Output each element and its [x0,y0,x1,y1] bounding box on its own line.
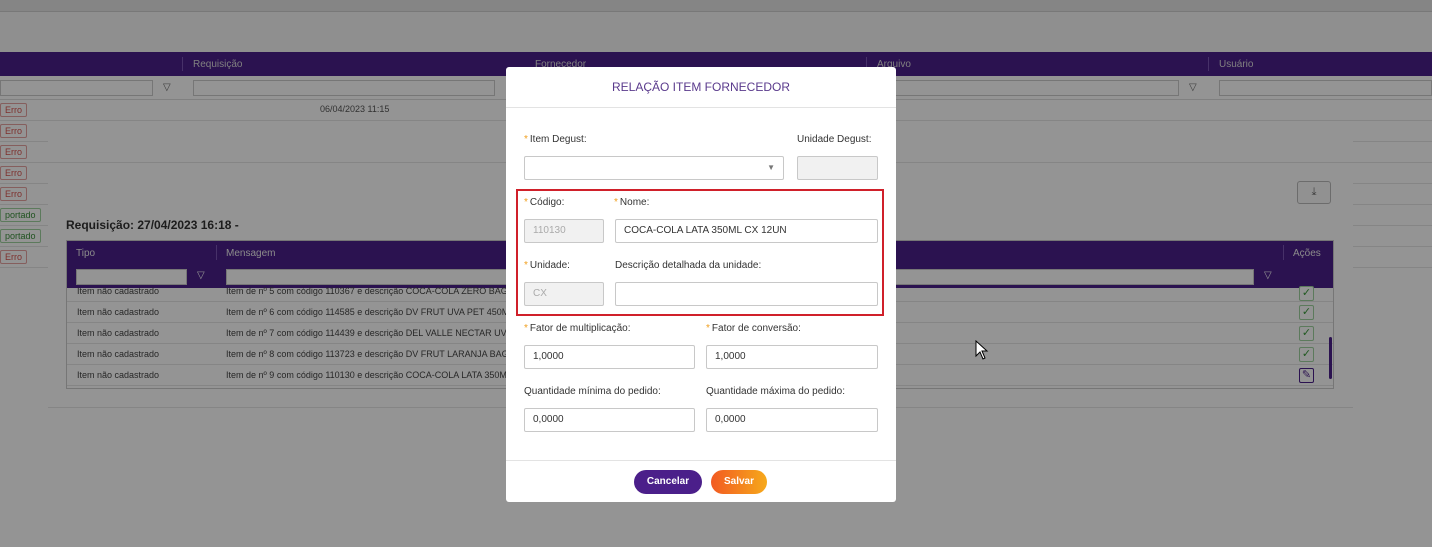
descricao-unidade-input[interactable] [615,282,878,306]
fator-multiplicacao-label: * Fator de multiplicação: [524,323,631,334]
descricao-unidade-label: Descrição detalhada da unidade: [615,260,762,271]
item-degust-select[interactable]: ▼ [524,156,784,180]
nome-label: * Nome: [614,197,650,208]
qtd-maxima-label: Quantidade máxima do pedido: [706,386,845,397]
codigo-label: * Código: [524,197,565,208]
mouse-cursor-icon [975,340,989,360]
cancel-button[interactable]: Cancelar [634,470,702,494]
nome-input[interactable]: COCA-COLA LATA 350ML CX 12UN [615,219,878,243]
divider [506,460,896,461]
qtd-minima-input[interactable]: 0,0000 [524,408,695,432]
qtd-minima-label: Quantidade mínima do pedido: [524,386,661,397]
item-degust-label: * Item Degust: [524,134,587,145]
item-fornecedor-modal: RELAÇÃO ITEM FORNECEDOR * Item Degust: ▼ … [506,67,896,502]
divider [506,107,896,108]
unidade-label: * Unidade: [524,260,570,271]
unidade-degust-field [797,156,878,180]
qtd-maxima-input[interactable]: 0,0000 [706,408,878,432]
codigo-field: 110130 [524,219,604,243]
chevron-down-icon: ▼ [767,163,775,172]
fator-conversao-input[interactable]: 1,0000 [706,345,878,369]
unidade-degust-label: Unidade Degust: [797,134,872,145]
fator-multiplicacao-input[interactable]: 1,0000 [524,345,695,369]
modal-title: RELAÇÃO ITEM FORNECEDOR [611,80,791,94]
save-button[interactable]: Salvar [711,470,767,494]
unidade-field: CX [524,282,604,306]
fator-conversao-label: * Fator de conversão: [706,323,801,334]
